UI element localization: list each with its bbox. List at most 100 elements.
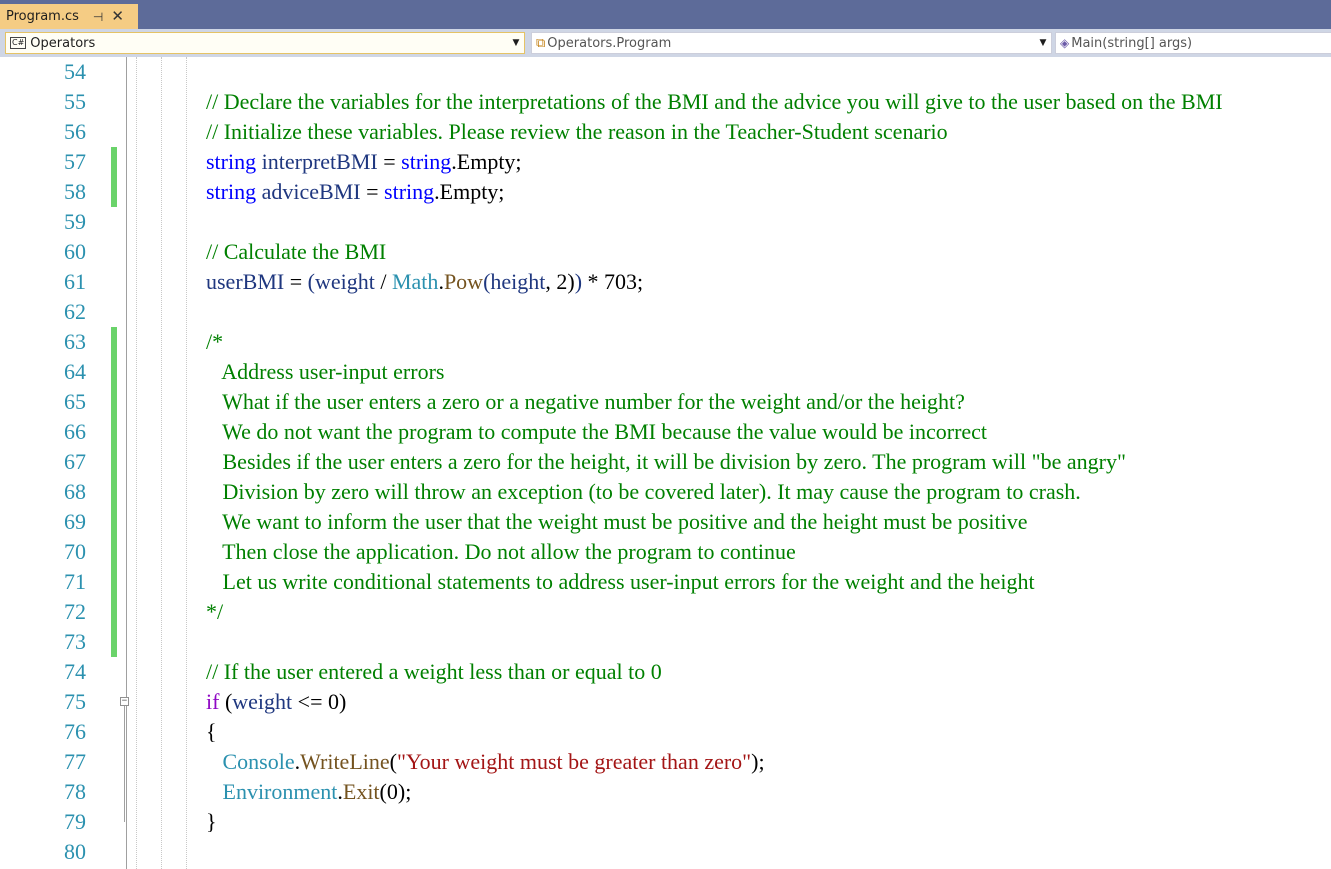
code-line[interactable]: 58 string adviceBMI = string.Empty;: [0, 177, 1331, 207]
code-text: // Declare the variables for the interpr…: [206, 87, 1223, 117]
code-line[interactable]: 71 Let us write conditional statements t…: [0, 567, 1331, 597]
code-line[interactable]: 73: [0, 627, 1331, 657]
code-token: if: [206, 689, 220, 714]
code-line[interactable]: 69 We want to inform the user that the w…: [0, 507, 1331, 537]
line-number: 73: [64, 629, 86, 654]
line-number: 60: [64, 239, 86, 264]
code-line[interactable]: 59: [0, 207, 1331, 237]
code-token: (: [389, 749, 397, 774]
code-line[interactable]: 67 Besides if the user enters a zero for…: [0, 447, 1331, 477]
code-text: Environment.Exit(0);: [206, 777, 412, 807]
code-token: , 2): [545, 269, 575, 294]
code-line[interactable]: 80: [0, 837, 1331, 867]
tab-program-cs[interactable]: Program.cs ⊣ ✕: [0, 4, 138, 29]
code-token: interpretBMI: [261, 149, 378, 174]
code-text: Console.WriteLine("Your weight must be g…: [206, 747, 765, 777]
code-text: Let us write conditional statements to a…: [206, 567, 1035, 597]
code-text: // Initialize these variables. Please re…: [206, 117, 948, 147]
document-tab-strip: Program.cs ⊣ ✕: [0, 0, 1331, 29]
code-token: // Calculate the BMI: [206, 239, 387, 264]
code-token: We want to inform the user that the weig…: [206, 509, 1028, 534]
line-number: 74: [64, 659, 86, 684]
line-number: 78: [64, 779, 86, 804]
code-token: What if the user enters a zero or a nega…: [206, 389, 965, 414]
code-token: /: [374, 269, 392, 294]
changed-lines-marker: [111, 327, 117, 657]
code-token: // Initialize these variables. Please re…: [206, 119, 948, 144]
line-number: 67: [64, 449, 86, 474]
line-number: 59: [64, 209, 86, 234]
code-token: Let us write conditional statements to a…: [206, 569, 1035, 594]
code-token: weight: [232, 689, 293, 714]
code-line[interactable]: 63 /*: [0, 327, 1331, 357]
code-text: string adviceBMI = string.Empty;: [206, 177, 504, 207]
code-token: string: [206, 179, 257, 204]
class-icon: ⧉: [536, 35, 546, 51]
csharp-project-icon: C#: [10, 37, 27, 49]
code-text: Then close the application. Do not allow…: [206, 537, 796, 567]
code-line[interactable]: 74 // If the user entered a weight less t…: [0, 657, 1331, 687]
pin-icon[interactable]: ⊣: [93, 10, 103, 24]
line-number: 76: [64, 719, 86, 744]
code-token: Address user-input errors: [206, 359, 445, 384]
code-token: (0);: [379, 779, 412, 804]
code-line[interactable]: 57 string interpretBMI = string.Empty;: [0, 147, 1331, 177]
code-token: Exit: [342, 779, 380, 804]
code-token: (: [219, 689, 233, 714]
project-dropdown[interactable]: C# Operators ▼: [5, 32, 525, 54]
code-editor[interactable]: 54 55 // Declare the variables for the int…: [0, 57, 1331, 869]
code-line[interactable]: 66 We do not want the program to compute…: [0, 417, 1331, 447]
code-line[interactable]: 56 // Initialize these variables. Please …: [0, 117, 1331, 147]
changed-lines-marker: [111, 147, 117, 207]
code-token: =: [377, 149, 402, 174]
line-number: 65: [64, 389, 86, 414]
line-number: 58: [64, 179, 86, 204]
code-line[interactable]: 68 Division by zero will throw an except…: [0, 477, 1331, 507]
code-text: string interpretBMI = string.Empty;: [206, 147, 522, 177]
code-line[interactable]: 62: [0, 297, 1331, 327]
code-line[interactable]: 65 What if the user enters a zero or a n…: [0, 387, 1331, 417]
project-dropdown-value: Operators: [30, 35, 96, 51]
tab-filename: Program.cs: [6, 9, 79, 24]
close-icon[interactable]: ✕: [111, 9, 124, 24]
code-line[interactable]: 70 Then close the application. Do not al…: [0, 537, 1331, 567]
line-number: 62: [64, 299, 86, 324]
code-token: Environment: [222, 779, 338, 804]
line-number: 54: [64, 59, 86, 84]
code-token: =: [284, 269, 308, 294]
code-text: /*: [206, 327, 223, 357]
line-number: 63: [64, 329, 86, 354]
code-token: {: [206, 719, 217, 744]
code-line[interactable]: 76 {: [0, 717, 1331, 747]
chevron-down-icon[interactable]: ▼: [1035, 33, 1051, 53]
code-line[interactable]: 64 Address user-input errors: [0, 357, 1331, 387]
code-line[interactable]: 75 if (weight <= 0): [0, 687, 1331, 717]
line-number: 64: [64, 359, 86, 384]
type-dropdown[interactable]: ⧉ Operators.Program ▼: [531, 32, 1052, 54]
code-line[interactable]: 78 Environment.Exit(0);: [0, 777, 1331, 807]
code-line[interactable]: 79}: [0, 807, 1331, 837]
code-line[interactable]: 60 // Calculate the BMI: [0, 237, 1331, 267]
line-number: 61: [64, 269, 86, 294]
chevron-down-icon[interactable]: ▼: [508, 33, 524, 53]
code-line[interactable]: 72 */: [0, 597, 1331, 627]
code-token: We do not want the program to compute th…: [206, 419, 988, 444]
outlining-line: [124, 706, 125, 822]
code-line[interactable]: 54: [0, 57, 1331, 87]
line-number: 72: [64, 599, 86, 624]
code-line[interactable]: 55 // Declare the variables for the inter…: [0, 87, 1331, 117]
collapse-toggle-icon[interactable]: −: [120, 697, 129, 706]
code-token: // If the user entered a weight less tha…: [206, 659, 662, 684]
code-token: .Empty;: [451, 149, 522, 174]
code-text: Division by zero will throw an exception…: [206, 477, 1081, 507]
code-token: // Declare the variables for the interpr…: [206, 89, 1223, 114]
member-dropdown-value: Main(string[] args): [1071, 35, 1193, 51]
code-token: adviceBMI: [261, 179, 361, 204]
code-text: Address user-input errors: [206, 357, 444, 387]
code-line[interactable]: 61 userBMI = (weight / Math.Pow(height, 2…: [0, 267, 1331, 297]
code-token: string: [206, 149, 257, 174]
member-dropdown[interactable]: ◈ Main(string[] args): [1055, 32, 1331, 54]
code-line[interactable]: 77 Console.WriteLine("Your weight must b…: [0, 747, 1331, 777]
code-token: "Your weight must be greater than zero": [396, 749, 752, 774]
code-text: {: [206, 717, 217, 747]
